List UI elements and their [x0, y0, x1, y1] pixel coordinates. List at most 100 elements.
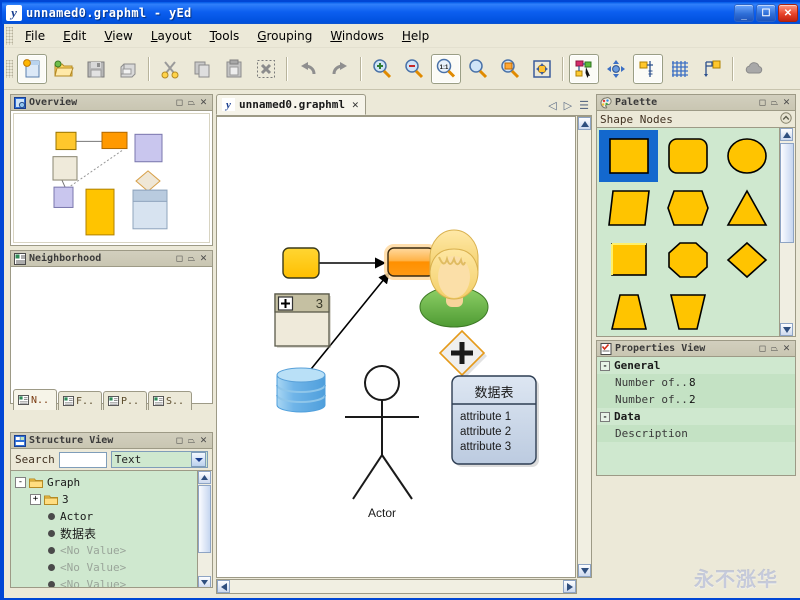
scroll-left-button[interactable] — [217, 580, 230, 593]
scroll-thumb[interactable] — [198, 485, 211, 553]
edit-mode-button[interactable] — [569, 53, 599, 84]
palette-section-header[interactable]: Shape Nodes — [596, 110, 796, 127]
toolbar-grip[interactable] — [6, 59, 13, 78]
zoom-one-to-one-button[interactable]: 1:1 — [431, 53, 461, 84]
menu-tools[interactable]: Tools — [201, 26, 249, 46]
cut-button[interactable] — [155, 54, 185, 84]
search-filter-dropdown[interactable]: Text — [110, 451, 208, 468]
pin-icon[interactable]: ⏢ — [187, 97, 196, 107]
canvas-vertical-scrollbar[interactable] — [577, 116, 592, 578]
tab-list-icon[interactable]: ☰ — [579, 99, 589, 112]
palette-shape-diamond[interactable] — [718, 234, 777, 286]
node-label-mode-button[interactable] — [697, 54, 727, 84]
properties-row-description[interactable]: Description — [597, 425, 795, 442]
tab-folder-contents[interactable]: F.. — [58, 391, 102, 410]
menubar-grip[interactable] — [6, 26, 13, 45]
canvas-horizontal-scrollbar[interactable] — [216, 579, 577, 594]
fit-content-button[interactable] — [495, 54, 525, 84]
menu-layout[interactable]: Layout — [142, 26, 201, 46]
structure-tree-scrollbar[interactable] — [197, 471, 212, 587]
overview-thumbnail[interactable] — [13, 113, 210, 243]
open-folder-button[interactable] — [49, 54, 79, 84]
maximize-icon[interactable]: ◻ — [175, 253, 184, 263]
maximize-button[interactable]: ☐ — [756, 4, 776, 22]
delete-button[interactable] — [251, 54, 281, 84]
close-icon[interactable]: ✕ — [199, 435, 208, 445]
collapse-icon[interactable] — [780, 111, 792, 127]
tab-palette[interactable]: P.. — [103, 391, 147, 410]
tree-item-novalue-1[interactable]: <No Value> — [15, 542, 212, 559]
tree-item-group-3[interactable]: + 3 — [15, 491, 212, 508]
close-icon[interactable]: ✕ — [199, 97, 208, 107]
copy-button[interactable] — [187, 54, 217, 84]
palette-shape-ellipse[interactable] — [718, 130, 777, 182]
tab-prev-icon[interactable]: ◁ — [548, 99, 556, 112]
zoom-area-button[interactable] — [463, 54, 493, 84]
structure-tree[interactable]: - Graph + 3 Actor 数据表 <No Value> <No Val… — [10, 470, 213, 588]
properties-section-general[interactable]: - General — [597, 357, 795, 374]
tree-item-novalue-3[interactable]: <No Value> — [15, 576, 212, 587]
save-button[interactable] — [81, 54, 111, 84]
zoom-out-button[interactable] — [399, 54, 429, 84]
menu-grouping[interactable]: Grouping — [248, 26, 321, 46]
scroll-thumb[interactable] — [780, 143, 794, 243]
tree-item-novalue-2[interactable]: <No Value> — [15, 559, 212, 576]
tree-item-table[interactable]: 数据表 — [15, 525, 212, 542]
palette-shape-hexagon[interactable] — [658, 182, 717, 234]
menu-windows[interactable]: Windows — [321, 26, 393, 46]
close-button[interactable]: ✕ — [778, 4, 798, 22]
undo-button[interactable] — [293, 54, 323, 84]
new-document-button[interactable] — [17, 53, 47, 84]
properties-row-number-of-1[interactable]: Number of... 8 — [597, 374, 795, 391]
maximize-icon[interactable]: ◻ — [758, 343, 767, 353]
palette-shape-list[interactable] — [596, 127, 796, 337]
scroll-up-button[interactable] — [780, 128, 793, 141]
close-icon[interactable]: ✕ — [782, 343, 791, 353]
tree-item-actor[interactable]: Actor — [15, 508, 212, 525]
palette-shape-trapezoid[interactable] — [599, 286, 658, 338]
properties-table[interactable]: - General Number of... 8 Number of... 2 … — [596, 356, 796, 476]
paste-button[interactable] — [219, 54, 249, 84]
scroll-down-button[interactable] — [578, 564, 591, 577]
palette-shape-rounded-rectangle[interactable] — [658, 130, 717, 182]
tab-next-icon[interactable]: ▷ — [564, 99, 572, 112]
pin-icon[interactable]: ⏢ — [187, 435, 196, 445]
tree-expander[interactable]: + — [30, 494, 41, 505]
close-icon[interactable]: ✕ — [782, 97, 791, 107]
palette-shape-trapezoid-inverted[interactable] — [658, 286, 717, 338]
overview-panel-body[interactable] — [10, 110, 213, 246]
scroll-down-button[interactable] — [780, 323, 793, 336]
move-mode-button[interactable] — [601, 54, 631, 84]
section-expander[interactable]: - — [600, 360, 610, 371]
palette-scrollbar[interactable] — [779, 128, 795, 336]
menu-view[interactable]: View — [95, 26, 141, 46]
graph-canvas[interactable]: 3 Actor 数据表 attribute 1 attribute 2 attr… — [216, 116, 576, 578]
chevron-down-icon[interactable] — [191, 452, 206, 467]
maximize-icon[interactable]: ◻ — [758, 97, 767, 107]
palette-shape-octagon[interactable] — [658, 234, 717, 286]
palette-shape-triangle[interactable] — [718, 182, 777, 234]
tab-structure[interactable]: S.. — [148, 391, 192, 410]
snapline-mode-button[interactable] — [633, 53, 663, 84]
scroll-up-button[interactable] — [578, 117, 591, 130]
palette-shape-parallelogram[interactable] — [599, 182, 658, 234]
properties-section-data[interactable]: - Data — [597, 408, 795, 425]
menu-edit[interactable]: Edit — [54, 26, 95, 46]
redo-button[interactable] — [325, 54, 355, 84]
search-input[interactable] — [58, 451, 107, 468]
maximize-icon[interactable]: ◻ — [175, 435, 184, 445]
menu-file[interactable]: File — [16, 26, 54, 46]
fit-page-button[interactable] — [527, 54, 557, 84]
palette-shape-rectangle-3d[interactable] — [599, 234, 658, 286]
cloud-tool-button[interactable] — [739, 54, 769, 84]
properties-row-number-of-2[interactable]: Number of... 2 — [597, 391, 795, 408]
print-button[interactable] — [113, 54, 143, 84]
pin-icon[interactable]: ⏢ — [770, 343, 779, 353]
maximize-icon[interactable]: ◻ — [175, 97, 184, 107]
scroll-down-button[interactable] — [198, 576, 211, 587]
scroll-right-button[interactable] — [563, 580, 576, 593]
neighborhood-panel-body[interactable] — [10, 266, 213, 404]
palette-shape-rectangle[interactable] — [599, 130, 659, 182]
tree-item-graph[interactable]: - Graph — [15, 474, 212, 491]
grid-toggle-button[interactable] — [665, 54, 695, 84]
